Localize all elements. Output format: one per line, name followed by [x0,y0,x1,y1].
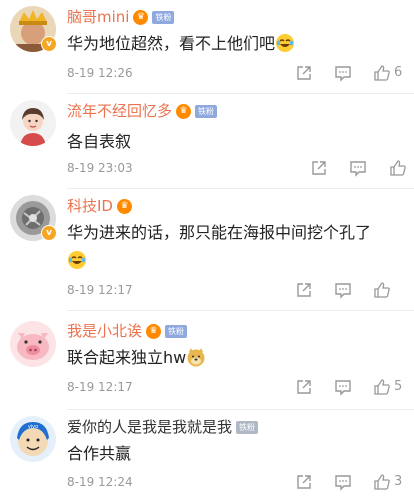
name-row: 流年不经回忆多 ♛ 铁粉 [67,101,218,121]
thumbs-up-icon [374,379,390,395]
meta-row: 8-19 23:03 [67,158,407,178]
meta-row: 8-19 12:17 [67,280,407,300]
share-icon [297,475,311,489]
comment-text: 华为进来的话，那只能在海报中间挖个孔了 [67,219,397,275]
comment-body: 联合起来独立hw [67,348,187,367]
comment-item: 我是小北诶 ♛ 铁粉 联合起来独立hw 8-19 12:17 5 [0,312,414,410]
svg-text:vivo: vivo [28,424,38,430]
like-button[interactable]: 5 [373,377,402,397]
timestamp: 8-19 12:17 [67,380,133,394]
like-button[interactable] [373,280,391,300]
meta-row: 8-19 12:26 6 [67,63,407,83]
comment-icon [335,380,351,396]
meta-row: 8-19 12:17 5 [67,377,407,397]
name-row: 脑哥mini ♛ 铁粉 [67,7,175,27]
divider [67,310,414,311]
reply-button[interactable] [334,377,352,397]
vip-crown-icon: ♛ [146,323,162,339]
comment-icon [350,161,366,177]
fan-badge: 铁粉 [236,420,259,434]
share-icon [312,161,326,175]
like-button[interactable] [389,158,407,178]
timestamp: 8-19 12:24 [67,475,133,489]
share-button[interactable] [295,377,313,397]
laughing-tears-emoji-icon [67,250,87,270]
avatar[interactable] [10,100,56,146]
reply-button[interactable] [349,158,367,178]
comment-text: 华为地位超然，看不上他们吧 [67,30,397,58]
thumbs-up-icon [374,474,390,490]
avatar[interactable] [10,321,56,367]
comment-item: vivo 爱你的人是我是我就是我 铁粉 合作共赢 8-19 12:24 3 [0,410,414,498]
doge-emoji-icon [186,347,206,367]
laughing-tears-emoji-icon [275,33,295,53]
comment-body: 合作共赢 [67,444,132,463]
meta-row: 8-19 12:24 3 [67,472,407,492]
like-count: 6 [394,65,403,80]
name-row: 我是小北诶 ♛ 铁粉 [67,321,188,341]
thumbs-up-icon [390,160,406,176]
comment-text: 各自表叙 [67,128,397,156]
verified-badge-icon: v [41,36,57,52]
vip-crown-icon: ♛ [116,198,132,214]
comment-icon [335,66,351,82]
username[interactable]: 脑哥mini [67,7,129,27]
name-row: 爱你的人是我是我就是我 铁粉 [67,417,259,437]
reply-button[interactable] [334,63,352,83]
name-row: 科技ID ♛ [67,196,132,216]
comment-text: 联合起来独立hw [67,344,397,372]
share-button[interactable] [310,158,328,178]
timestamp: 8-19 12:17 [67,283,133,297]
share-icon [297,380,311,394]
like-count: 5 [394,379,403,394]
like-button[interactable]: 3 [373,472,402,492]
like-button[interactable]: 6 [373,63,402,83]
comment-item: 流年不经回忆多 ♛ 铁粉 各自表叙 8-19 23:03 [0,94,414,189]
share-button[interactable] [295,280,313,300]
avatar[interactable]: vivo [10,416,56,462]
reply-button[interactable] [334,472,352,492]
vip-crown-icon: ♛ [133,9,149,25]
fan-badge: 铁粉 [195,104,218,118]
comment-body: 华为地位超然，看不上他们吧 [67,34,276,53]
comment-item: v 科技ID ♛ 华为进来的话，那只能在海报中间挖个孔了 8-19 12:17 [0,189,414,311]
share-button[interactable] [295,472,313,492]
username[interactable]: 科技ID [67,196,113,216]
comment-body: 华为进来的话，那只能在海报中间挖个孔了 [67,223,372,242]
timestamp: 8-19 23:03 [67,161,133,175]
fan-badge: 铁粉 [152,10,175,24]
share-button[interactable] [295,63,313,83]
comment-icon [335,283,351,299]
username[interactable]: 我是小北诶 [67,321,142,341]
timestamp: 8-19 12:26 [67,66,133,80]
comment-text: 合作共赢 [67,440,397,468]
vip-crown-icon: ♛ [176,103,192,119]
verified-badge-icon: v [41,225,57,241]
comment-item: v 脑哥mini ♛ 铁粉 华为地位超然，看不上他们吧 8-19 12:26 6 [0,0,414,94]
username[interactable]: 爱你的人是我是我就是我 [67,417,232,437]
thumbs-up-icon [374,65,390,81]
comment-body: 各自表叙 [67,132,132,151]
comment-icon [335,475,351,491]
share-icon [297,66,311,80]
share-icon [297,283,311,297]
thumbs-up-icon [374,282,390,298]
reply-button[interactable] [334,280,352,300]
username[interactable]: 流年不经回忆多 [67,101,172,121]
like-count: 3 [394,474,403,489]
fan-badge: 铁粉 [165,324,188,338]
